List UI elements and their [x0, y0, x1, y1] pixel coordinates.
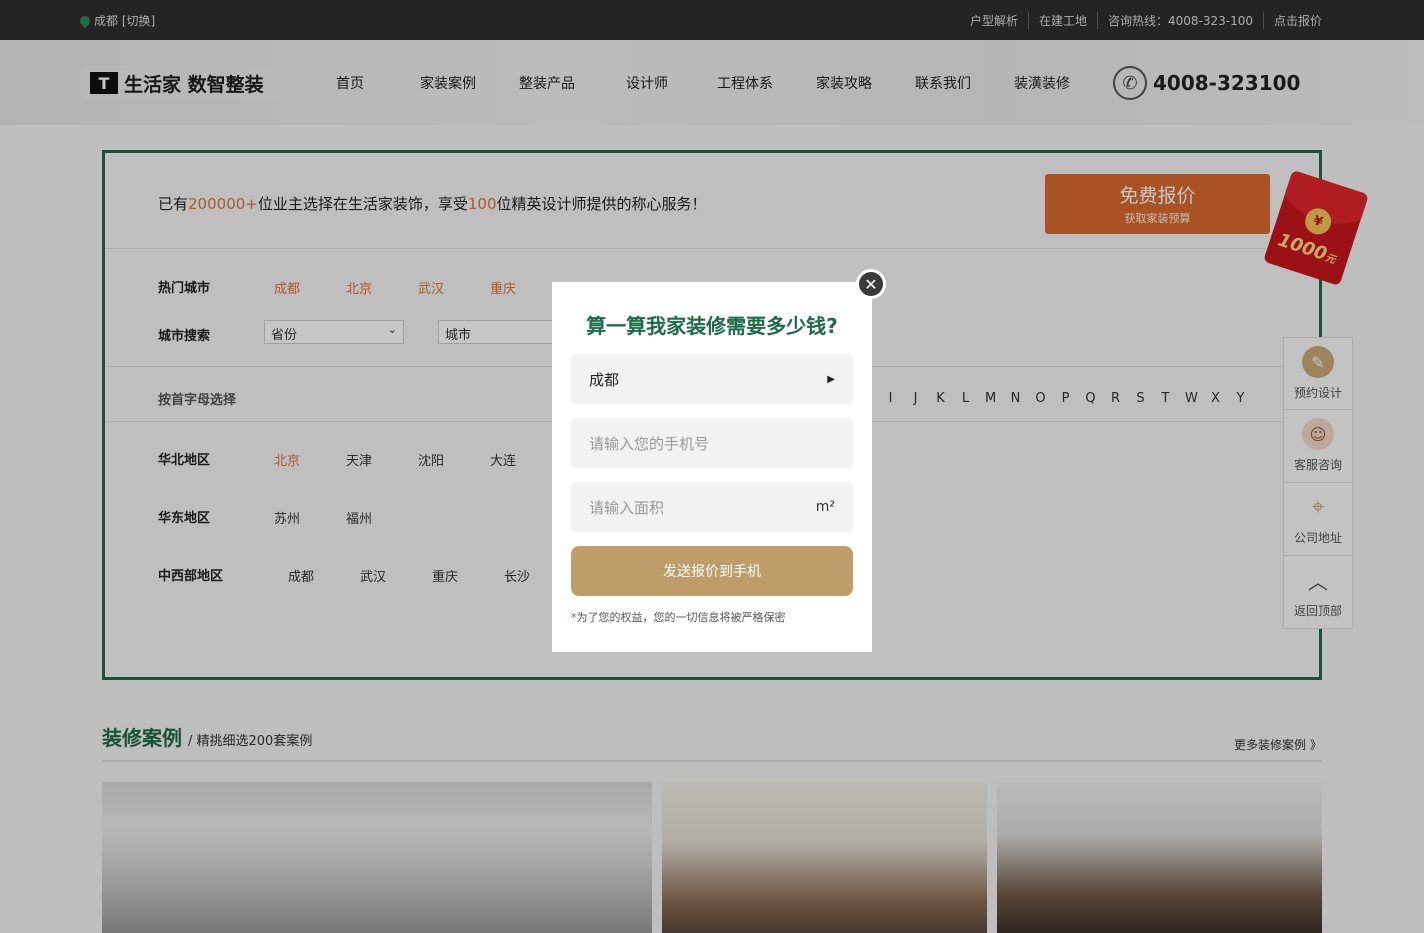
privacy-note-text: 为了您的权益，您的一切信息将被严格保密	[576, 611, 786, 624]
area-input[interactable]: 请输入面积 m²	[571, 482, 853, 532]
phone-placeholder: 请输入您的手机号	[589, 434, 710, 453]
close-icon[interactable]: ✕	[856, 269, 886, 299]
area-placeholder: 请输入面积	[589, 498, 665, 517]
area-unit: m²	[815, 499, 835, 515]
modal-city-select[interactable]: 成都 ▶	[571, 354, 853, 404]
modal-city-value: 成都	[589, 370, 620, 389]
privacy-note: *为了您的权益，您的一切信息将被严格保密	[571, 609, 786, 625]
modal-title: 算一算我家装修需要多少钱?	[586, 314, 838, 338]
triangle-right-icon: ▶	[827, 373, 835, 385]
phone-input[interactable]: 请输入您的手机号	[571, 418, 853, 468]
quote-modal: ✕ 算一算我家装修需要多少钱? 成都 ▶ 请输入您的手机号 请输入面积 m² 发…	[552, 269, 886, 652]
send-quote-button[interactable]: 发送报价到手机	[571, 546, 853, 596]
